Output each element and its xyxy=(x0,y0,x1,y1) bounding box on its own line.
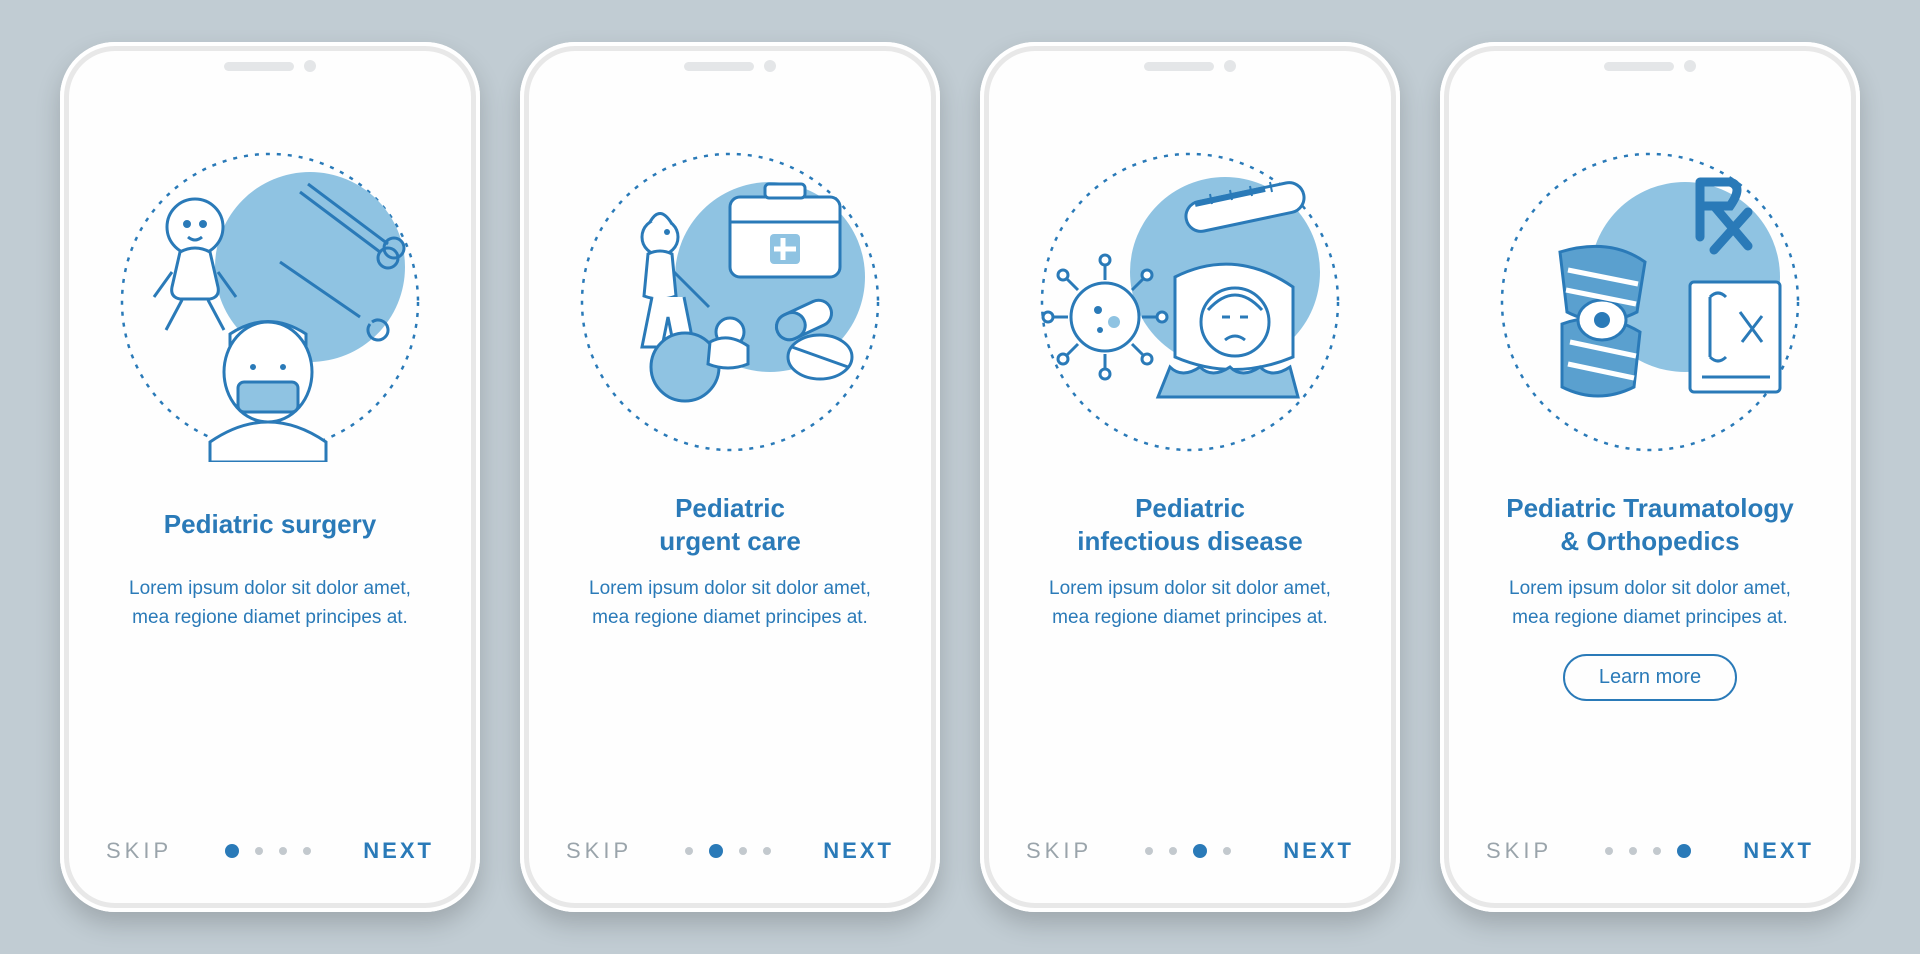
nav-row: SKIP NEXT xyxy=(1480,838,1820,872)
page-dots xyxy=(225,844,311,858)
phone-notch xyxy=(1604,60,1696,72)
skip-button[interactable]: SKIP xyxy=(566,838,632,864)
illustration-orthopedics xyxy=(1490,142,1810,462)
page-dot-1[interactable] xyxy=(685,847,693,855)
onboarding-title: Pediatricurgent care xyxy=(659,492,801,557)
illustration-infectious xyxy=(1030,142,1350,462)
skip-button[interactable]: SKIP xyxy=(106,838,172,864)
front-camera xyxy=(304,60,316,72)
illustration-urgent-care xyxy=(570,142,890,462)
page-dot-4[interactable] xyxy=(763,847,771,855)
nav-row: SKIP NEXT xyxy=(1020,838,1360,872)
page-dot-4[interactable] xyxy=(1677,844,1691,858)
onboarding-description: Lorem ipsum dolor sit dolor amet, mea re… xyxy=(110,575,430,632)
onboarding-description: Lorem ipsum dolor sit dolor amet, mea re… xyxy=(1030,575,1350,632)
page-dots xyxy=(1605,844,1691,858)
next-button[interactable]: NEXT xyxy=(363,838,434,864)
next-button[interactable]: NEXT xyxy=(1743,838,1814,864)
page-dot-3[interactable] xyxy=(1193,844,1207,858)
page-dot-4[interactable] xyxy=(1223,847,1231,855)
onboarding-description: Lorem ipsum dolor sit dolor amet, mea re… xyxy=(570,575,890,632)
skip-button[interactable]: SKIP xyxy=(1026,838,1092,864)
next-button[interactable]: NEXT xyxy=(1283,838,1354,864)
page-dot-1[interactable] xyxy=(225,844,239,858)
speaker-slot xyxy=(684,62,754,71)
nav-row: SKIP NEXT xyxy=(560,838,900,872)
onboarding-title: Pediatric Traumatology& Orthopedics xyxy=(1506,492,1794,557)
nav-row: SKIP NEXT xyxy=(100,838,440,872)
phone-frame-2: Pediatricurgent care Lorem ipsum dolor s… xyxy=(520,42,940,912)
next-button[interactable]: NEXT xyxy=(823,838,894,864)
onboarding-description: Lorem ipsum dolor sit dolor amet, mea re… xyxy=(1490,575,1810,632)
front-camera xyxy=(1224,60,1236,72)
front-camera xyxy=(1684,60,1696,72)
skip-button[interactable]: SKIP xyxy=(1486,838,1552,864)
onboarding-title: Pediatric surgery xyxy=(164,492,376,557)
learn-more-button[interactable]: Learn more xyxy=(1563,654,1737,701)
page-dot-3[interactable] xyxy=(1653,847,1661,855)
page-dot-4[interactable] xyxy=(303,847,311,855)
front-camera xyxy=(764,60,776,72)
phone-notch xyxy=(224,60,316,72)
page-dot-2[interactable] xyxy=(255,847,263,855)
page-dot-3[interactable] xyxy=(739,847,747,855)
illustration-surgery xyxy=(110,142,430,462)
phones-row: Pediatric surgery Lorem ipsum dolor sit … xyxy=(60,42,1860,912)
page-dots xyxy=(685,844,771,858)
speaker-slot xyxy=(1144,62,1214,71)
phone-notch xyxy=(684,60,776,72)
page-dot-2[interactable] xyxy=(1629,847,1637,855)
phone-frame-3: Pediatricinfectious disease Lorem ipsum … xyxy=(980,42,1400,912)
phone-frame-1: Pediatric surgery Lorem ipsum dolor sit … xyxy=(60,42,480,912)
page-dot-2[interactable] xyxy=(709,844,723,858)
page-dot-1[interactable] xyxy=(1145,847,1153,855)
page-dot-1[interactable] xyxy=(1605,847,1613,855)
phone-frame-4: Pediatric Traumatology& Orthopedics Lore… xyxy=(1440,42,1860,912)
phone-notch xyxy=(1144,60,1236,72)
speaker-slot xyxy=(1604,62,1674,71)
page-dot-3[interactable] xyxy=(279,847,287,855)
speaker-slot xyxy=(224,62,294,71)
onboarding-title: Pediatricinfectious disease xyxy=(1077,492,1302,557)
page-dot-2[interactable] xyxy=(1169,847,1177,855)
page-dots xyxy=(1145,844,1231,858)
